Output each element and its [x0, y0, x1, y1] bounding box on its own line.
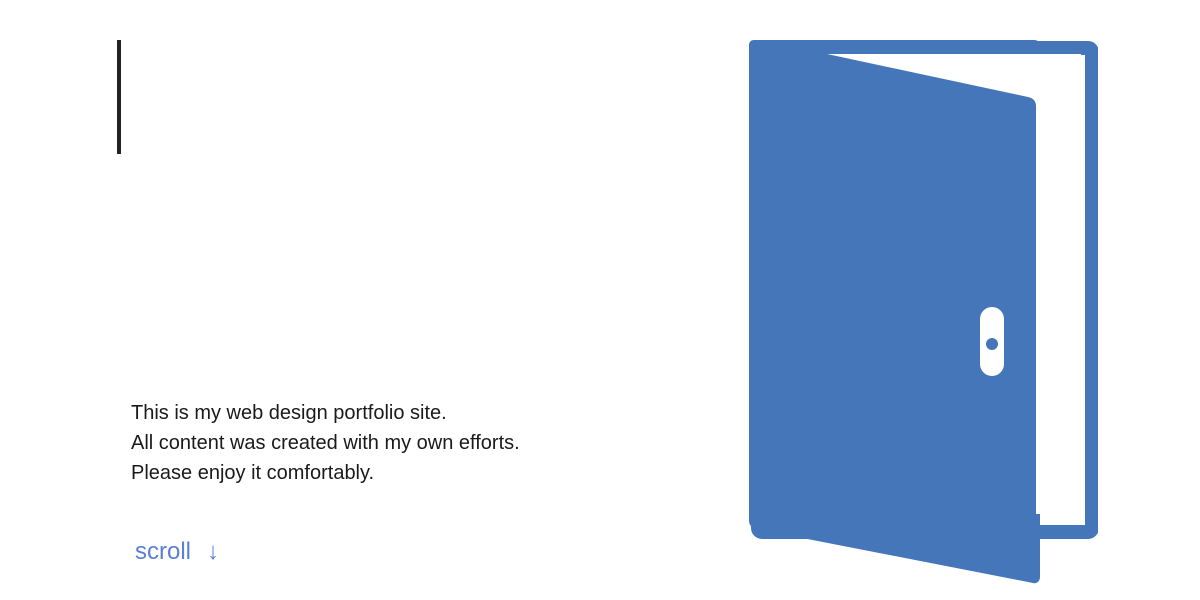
down-arrow-icon: ↓ — [207, 538, 220, 565]
door-knob — [986, 338, 998, 350]
intro-line: This is my web design portfolio site. — [131, 402, 447, 424]
scroll-down-link[interactable]: scroll ↓ — [135, 538, 219, 566]
title-accent-bar — [117, 40, 121, 154]
intro-line: All content was created with my own effo… — [131, 432, 520, 454]
intro-line: Please enjoy it comfortably. — [131, 462, 375, 484]
scroll-label: scroll — [135, 538, 192, 565]
hero-section: This is my web design portfolio site. Al… — [0, 0, 1200, 600]
open-door-icon — [749, 40, 1098, 584]
intro-text: This is my web design portfolio site. Al… — [131, 398, 691, 488]
